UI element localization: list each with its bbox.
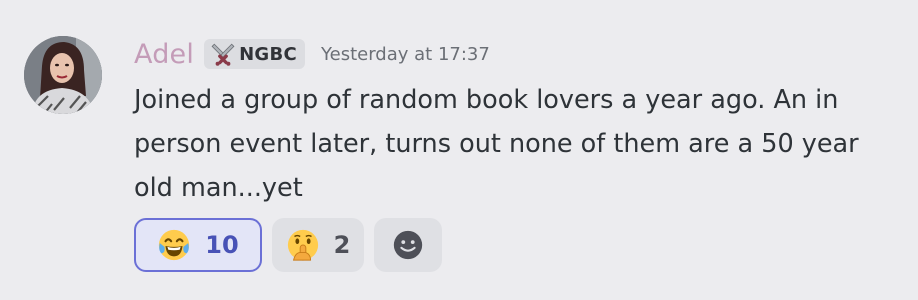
avatar-image — [24, 36, 102, 114]
server-tag-label: NGBC — [239, 43, 298, 65]
chat-message: Adel NGBC Yesterday at 17:37 Joined a gr… — [0, 0, 918, 300]
message-text: Joined a group of random book lovers a y… — [134, 85, 859, 203]
add-reaction-icon — [393, 230, 423, 260]
reaction-count: 10 — [205, 231, 239, 259]
reaction-tears-of-joy[interactable]: 10 — [134, 218, 262, 272]
add-reaction-button[interactable] — [374, 218, 442, 272]
timestamp[interactable]: Yesterday at 17:37 — [321, 44, 490, 65]
crossed-swords-icon — [211, 43, 235, 66]
author-name[interactable]: Adel — [134, 39, 194, 70]
face-with-tears-of-joy-emoji — [159, 229, 190, 261]
server-tag[interactable]: NGBC — [204, 39, 306, 69]
reaction-shushing-face[interactable]: 2 — [272, 218, 364, 272]
avatar[interactable] — [24, 36, 102, 114]
message-content: Adel NGBC Yesterday at 17:37 Joined a gr… — [134, 34, 898, 272]
message-header: Adel NGBC Yesterday at 17:37 — [134, 34, 898, 74]
reaction-count: 2 — [333, 231, 351, 259]
shushing-face-emoji — [287, 229, 318, 261]
reactions-bar: 10 2 — [134, 218, 898, 272]
